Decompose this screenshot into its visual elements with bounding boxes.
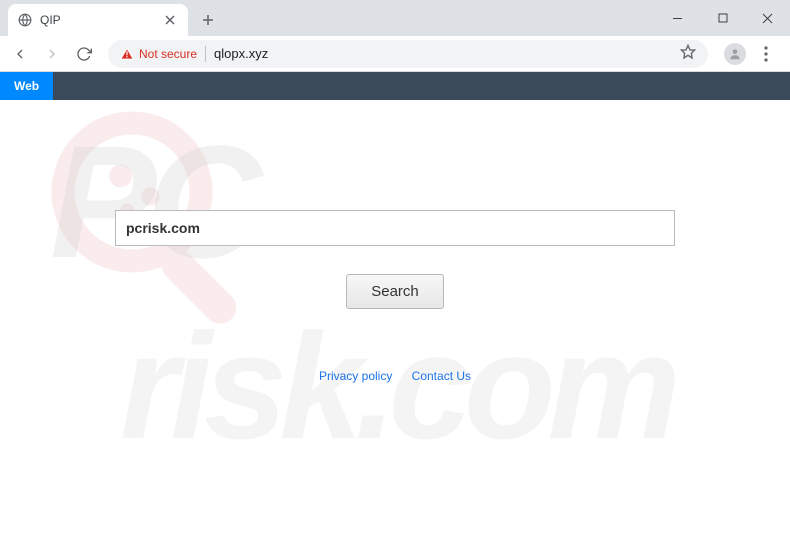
minimize-button[interactable] [655,3,700,33]
browser-title-bar: QIP [0,0,790,36]
bookmark-star-icon[interactable] [680,44,696,63]
not-secure-label: Not secure [139,47,197,61]
footer-links: Privacy policy Contact Us [115,369,675,383]
window-controls [655,0,790,36]
reload-button[interactable] [70,40,98,68]
search-container: Search Privacy policy Contact Us [115,210,675,383]
page-content: PC risk.com Search Privacy policy Contac… [0,100,790,544]
address-bar[interactable]: Not secure qlopx.xyz [108,40,708,68]
new-tab-button[interactable] [194,6,222,34]
url-text: qlopx.xyz [214,46,268,61]
privacy-policy-link[interactable]: Privacy policy [319,369,392,383]
security-warning: Not secure [120,47,197,61]
globe-icon [18,13,32,27]
address-divider [205,46,206,62]
contact-us-link[interactable]: Contact Us [412,369,471,383]
tab-close-icon[interactable] [162,12,178,28]
browser-tab[interactable]: QIP [8,4,188,36]
profile-avatar[interactable] [724,43,746,65]
back-button[interactable] [6,40,34,68]
search-input[interactable] [115,210,675,246]
nav-tab-web[interactable]: Web [0,72,53,100]
tab-title: QIP [40,13,154,27]
toolbar-right [718,42,784,66]
browser-menu-button[interactable] [754,42,778,66]
maximize-button[interactable] [700,3,745,33]
search-button[interactable]: Search [346,274,444,309]
forward-button[interactable] [38,40,66,68]
page-top-nav: Web [0,72,790,100]
warning-triangle-icon [120,47,134,61]
close-window-button[interactable] [745,3,790,33]
browser-toolbar: Not secure qlopx.xyz [0,36,790,72]
